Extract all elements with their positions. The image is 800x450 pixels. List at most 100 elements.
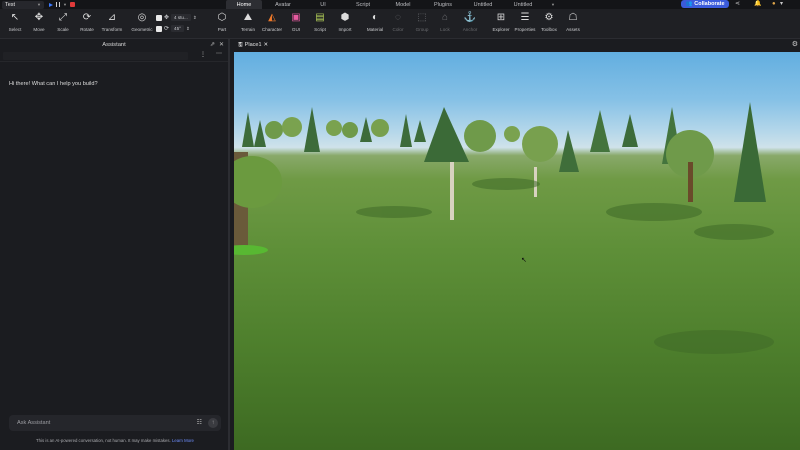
chevron-down-icon: ▼ [37, 2, 41, 7]
tab-plugins[interactable]: Plugins [423, 0, 463, 9]
tab-script[interactable]: Script [343, 0, 383, 9]
tool-label: Part [217, 27, 227, 32]
tool-label: Terrain [240, 27, 256, 32]
mode-dropdown[interactable]: Test ▼ [2, 0, 44, 9]
tabs-overflow[interactable]: ▼ [543, 0, 563, 9]
tool-gui[interactable]: ▣ GUI [287, 9, 305, 39]
tool-anchor[interactable]: ⚓ Anchor [461, 9, 479, 39]
assistant-greeting: Hi there! What can I help you build? [9, 81, 98, 87]
tab-label: Script [355, 1, 371, 8]
assistant-header: Assistant ⇗ ✕ [0, 39, 228, 50]
assistant-title: Assistant [102, 41, 126, 48]
tool-color[interactable]: ◌ Color [390, 9, 406, 39]
snap-rotate-input[interactable]: 45° [171, 25, 184, 32]
tool-select[interactable]: ↖ Select [7, 9, 23, 39]
tool-scale[interactable]: ⤢ Scale [55, 9, 71, 39]
place-icon: 🖫 [238, 41, 243, 48]
tool-lock[interactable]: ⌂ Lock [437, 9, 453, 39]
settings-sliders-icon[interactable]: ☷ [197, 419, 202, 426]
toolbox-icon: ⚙ [544, 12, 554, 23]
rotate-icon: ⟳ [82, 12, 92, 23]
avatar[interactable]: ● [772, 1, 776, 7]
tool-geometric[interactable]: ◎ Geometric [130, 9, 154, 39]
tab-home[interactable]: Home [226, 0, 262, 9]
snap-move-input[interactable]: 4 stu... [171, 14, 191, 21]
tool-label: Rotate [80, 27, 94, 32]
tool-label: Import [338, 27, 352, 32]
tool-label: Select [8, 27, 22, 32]
material-icon: ◐ [371, 12, 379, 23]
tool-script[interactable]: ▤ Script [311, 9, 329, 39]
3d-scene[interactable]: ↖ [234, 52, 800, 450]
collaborate-button[interactable]: 👥 Collaborate [681, 0, 729, 8]
tool-label: Anchor [462, 27, 478, 32]
gear-icon[interactable]: ⚙ [792, 40, 798, 48]
stepper-icon[interactable]: ⇕ [193, 15, 197, 21]
tool-character[interactable]: ◭ Character [260, 9, 284, 39]
chevron-down-icon[interactable]: ▼ [63, 2, 67, 7]
tool-label: Explorer [492, 27, 510, 32]
viewport-tab[interactable]: 🖫 Place1 ✕ [238, 40, 268, 50]
tab-ui[interactable]: UI [303, 0, 343, 9]
tool-terrain[interactable]: ⛰ Terrain [238, 9, 258, 39]
stepper-icon[interactable]: ⇕ [186, 26, 190, 32]
tool-label: Scale [57, 27, 69, 32]
mouse-cursor-icon: ↖ [521, 257, 527, 264]
conversation-selector[interactable] [3, 52, 188, 60]
tool-explorer[interactable]: ⊞ Explorer [490, 9, 512, 39]
rotate-icon: ⟳ [164, 26, 170, 32]
tab-label: Plugins [433, 1, 453, 8]
send-arrow-icon[interactable]: ↑ [208, 418, 218, 428]
tool-toolbox[interactable]: ⚙ Toolbox [539, 9, 559, 39]
tool-label: Move [33, 27, 45, 32]
play-icon[interactable] [49, 2, 53, 7]
toolbar-ribbon: ↖ Select ✥ Move ⤢ Scale ⟳ Rotate ⊿ Transform … [0, 9, 800, 39]
snap-rotate-row: ⟳ 45° ⇕ [156, 25, 190, 32]
undock-icon[interactable]: ⇗ [210, 41, 215, 48]
tool-label: GUI [291, 27, 301, 32]
learn-more-link[interactable]: Learn More [172, 438, 194, 443]
chevron-down-icon[interactable]: ▾ [780, 1, 783, 7]
share-icon[interactable]: ⋖ [735, 1, 740, 7]
chevron-down-icon: ▼ [551, 2, 555, 7]
grass-shadows [356, 178, 774, 354]
disclaimer-text: This is an AI-powered conversation, not … [36, 438, 171, 443]
assistant-disclaimer: This is an AI-powered conversation, not … [0, 438, 230, 443]
vertical-dots-icon[interactable]: ⋮ [200, 51, 206, 58]
tool-transform[interactable]: ⊿ Transform [100, 9, 124, 39]
tab-label: UI [320, 1, 326, 8]
close-icon[interactable]: ✕ [219, 41, 224, 48]
tab-model[interactable]: Model [383, 0, 423, 9]
tool-label: Geometric [131, 27, 153, 32]
tab-untitled-1[interactable]: Untitled [463, 0, 503, 9]
part-cube-icon: ⬡ [217, 12, 227, 23]
assistant-subbar: ⋮ ⋯ [0, 50, 228, 62]
stop-icon[interactable] [69, 2, 75, 7]
assistant-input[interactable]: Ask Assistant ☷ ↑ [9, 415, 221, 431]
tool-rotate[interactable]: ⟳ Rotate [78, 9, 96, 39]
notification-bell-icon[interactable]: 🔔 [754, 1, 761, 7]
tab-avatar[interactable]: Avatar [263, 0, 303, 9]
tool-group[interactable]: ⬚ Group [413, 9, 431, 39]
snap-rotate-checkbox[interactable] [156, 25, 162, 32]
pause-icon[interactable] [56, 2, 60, 7]
tab-label: Avatar [275, 1, 291, 8]
tool-move[interactable]: ✥ Move [30, 9, 48, 39]
tool-label: Color [392, 27, 404, 32]
snap-move-row: ✥ 4 stu... ⇕ [156, 14, 197, 21]
move-arrows-icon: ✥ [34, 12, 44, 23]
tab-label: Untitled [473, 1, 493, 8]
tool-part[interactable]: ⬡ Part [214, 9, 230, 39]
tool-label: Lock [440, 27, 450, 32]
tool-import[interactable]: ⬢ Import [336, 9, 354, 39]
tab-label: Home [236, 1, 252, 8]
foreground-trees [234, 107, 693, 255]
snap-move-checkbox[interactable] [156, 14, 162, 21]
tool-assets[interactable]: ☖ Assets [564, 9, 582, 39]
tab-untitled-2[interactable]: Untitled [503, 0, 543, 9]
close-icon[interactable]: ✕ [264, 42, 269, 48]
tool-properties[interactable]: ☰ Properties [513, 9, 537, 39]
people-icon: 👥 [685, 1, 693, 7]
tool-material[interactable]: ◐ Material [364, 9, 386, 39]
more-horizontal-icon[interactable]: ⋯ [216, 50, 222, 57]
